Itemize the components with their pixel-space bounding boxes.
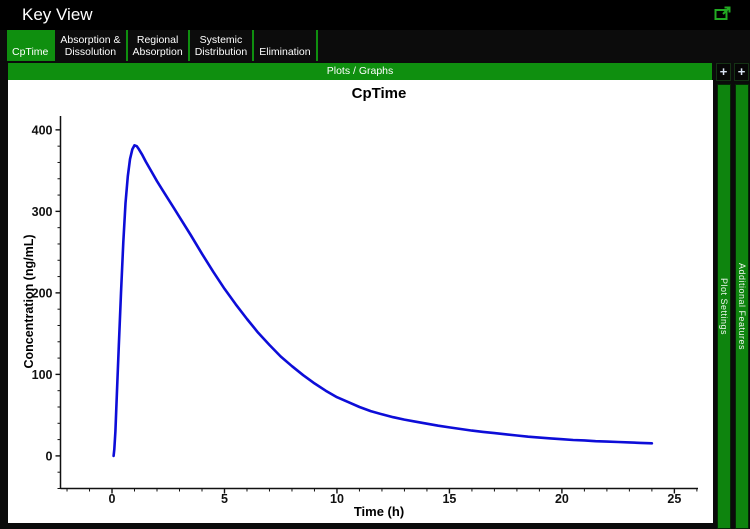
x-axis-label: Time (h) <box>353 504 405 519</box>
add-feature-button[interactable]: + <box>734 63 749 81</box>
tab-regional-absorption-label: Regional Absorption <box>132 34 183 58</box>
plot-settings-label: Plot Settings <box>719 277 729 336</box>
tab-cptime-label: CpTime <box>12 45 49 58</box>
y-axis-label: Concentration (ng/mL) <box>22 234 36 369</box>
tab-absorption-dissolution[interactable]: Absorption & Dissolution <box>55 30 128 61</box>
add-plot-button[interactable]: + <box>716 63 731 81</box>
additional-features-panel-toggle[interactable]: Additional Features <box>735 84 749 529</box>
chart-panel: 0 5 10 15 20 25 0 100 200 300 400 CpTime Concentra… <box>8 80 713 523</box>
tab-systemic-distribution[interactable]: Systemic Distribution <box>190 30 255 61</box>
cp-time-plot: 0 5 10 15 20 250100200300400 <box>32 116 698 506</box>
tab-elimination[interactable]: Elimination <box>254 30 318 61</box>
tab-regional-absorption[interactable]: Regional Absorption <box>128 30 190 61</box>
window-title: Key View <box>22 5 93 24</box>
svg-text:0: 0 <box>46 449 53 463</box>
tab-bar: CpTime Absorption & Dissolution Regional… <box>0 30 750 61</box>
plots-graphs-header: Plots / Graphs <box>8 63 712 80</box>
tab-absorption-dissolution-label: Absorption & Dissolution <box>60 34 121 58</box>
additional-features-label: Additional Features <box>737 262 747 351</box>
window-title-bar: Key View <box>0 0 750 30</box>
open-external-icon[interactable] <box>714 6 732 22</box>
tab-cptime[interactable]: CpTime <box>7 30 56 61</box>
plot-settings-panel-toggle[interactable]: Plot Settings <box>717 84 731 529</box>
chart-title: CpTime <box>351 85 407 102</box>
tab-systemic-distribution-label: Systemic Distribution <box>194 34 248 58</box>
tab-elimination-label: Elimination <box>259 45 311 58</box>
